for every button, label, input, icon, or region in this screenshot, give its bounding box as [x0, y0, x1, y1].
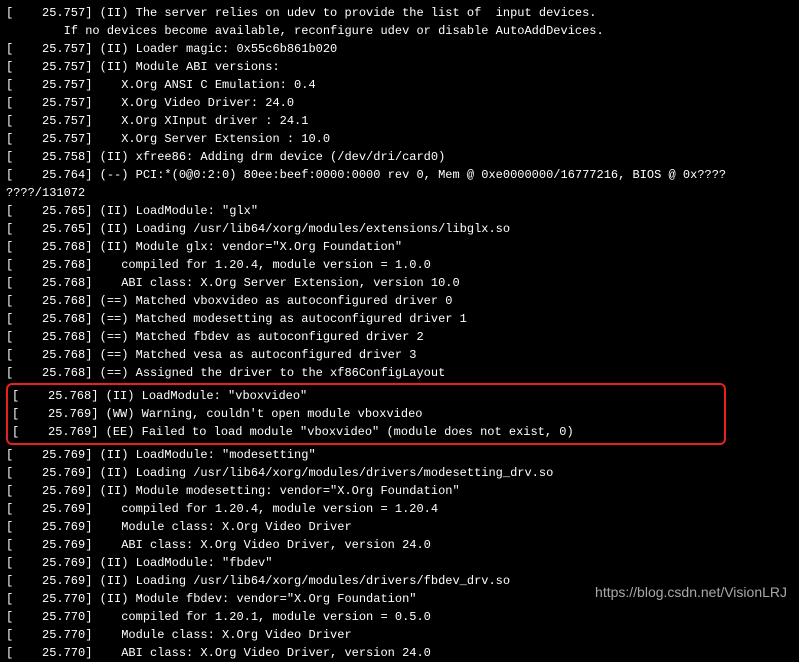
- log-line: [ 25.769] (WW) Warning, couldn't open mo…: [12, 405, 720, 423]
- log-line: [ 25.769] (II) Module modesetting: vendo…: [6, 482, 793, 500]
- log-line: [ 25.757] (II) The server relies on udev…: [6, 4, 793, 22]
- log-line: [ 25.757] X.Org Server Extension : 10.0: [6, 130, 793, 148]
- log-line: [ 25.764] (--) PCI:*(0@0:2:0) 80ee:beef:…: [6, 166, 793, 184]
- log-line: [ 25.770] ABI class: X.Org Video Driver,…: [6, 644, 793, 662]
- log-line: [ 25.768] ABI class: X.Org Server Extens…: [6, 274, 793, 292]
- log-line: [ 25.768] (==) Assigned the driver to th…: [6, 364, 793, 382]
- log-line: [ 25.757] (II) Module ABI versions:: [6, 58, 793, 76]
- log-line: [ 25.768] (II) LoadModule: "vboxvideo": [12, 387, 720, 405]
- log-line: [ 25.757] (II) Loader magic: 0x55c6b861b…: [6, 40, 793, 58]
- log-line: [ 25.768] (==) Matched vboxvideo as auto…: [6, 292, 793, 310]
- log-line: [ 25.768] (==) Matched fbdev as autoconf…: [6, 328, 793, 346]
- log-line: [ 25.770] Module class: X.Org Video Driv…: [6, 626, 793, 644]
- log-line: If no devices become available, reconfig…: [6, 22, 793, 40]
- log-line: [ 25.769] (II) LoadModule: "modesetting": [6, 446, 793, 464]
- log-line: [ 25.768] (==) Matched modesetting as au…: [6, 310, 793, 328]
- log-line: ????/131072: [6, 184, 793, 202]
- log-line: [ 25.765] (II) LoadModule: "glx": [6, 202, 793, 220]
- log-line: [ 25.758] (II) xfree86: Adding drm devic…: [6, 148, 793, 166]
- log-line: [ 25.769] Module class: X.Org Video Driv…: [6, 518, 793, 536]
- log-line: [ 25.765] (II) Loading /usr/lib64/xorg/m…: [6, 220, 793, 238]
- log-line: [ 25.768] (II) Module glx: vendor="X.Org…: [6, 238, 793, 256]
- terminal-output: [ 25.757] (II) The server relies on udev…: [6, 4, 793, 382]
- error-highlight-box: [ 25.768] (II) LoadModule: "vboxvideo"[ …: [6, 383, 726, 445]
- log-line: [ 25.768] compiled for 1.20.4, module ve…: [6, 256, 793, 274]
- log-line: [ 25.769] (II) Loading /usr/lib64/xorg/m…: [6, 464, 793, 482]
- log-line: [ 25.757] X.Org ANSI C Emulation: 0.4: [6, 76, 793, 94]
- log-line: [ 25.769] ABI class: X.Org Video Driver,…: [6, 536, 793, 554]
- log-line: [ 25.769] compiled for 1.20.4, module ve…: [6, 500, 793, 518]
- terminal-output-after: [ 25.769] (II) LoadModule: "modesetting"…: [6, 446, 793, 662]
- log-line: [ 25.757] X.Org Video Driver: 24.0: [6, 94, 793, 112]
- log-line: [ 25.769] (II) LoadModule: "fbdev": [6, 554, 793, 572]
- log-line: [ 25.768] (==) Matched vesa as autoconfi…: [6, 346, 793, 364]
- log-line: [ 25.757] X.Org XInput driver : 24.1: [6, 112, 793, 130]
- log-line: [ 25.769] (EE) Failed to load module "vb…: [12, 423, 720, 441]
- watermark-text: https://blog.csdn.net/VisionLRJ: [595, 582, 787, 603]
